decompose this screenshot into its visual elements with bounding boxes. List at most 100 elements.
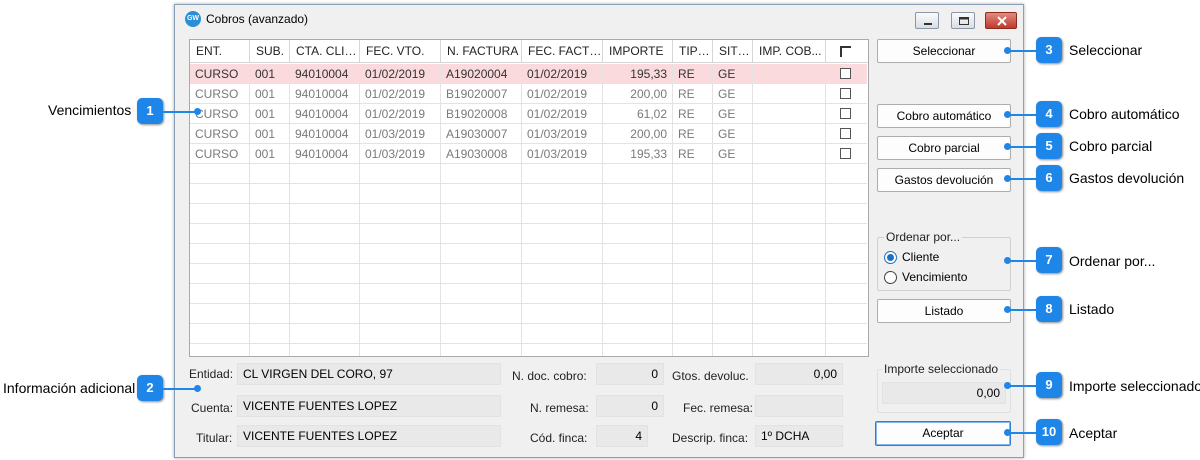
table-cell: 195,33 — [603, 144, 673, 164]
cuenta-field: VICENTE FUENTES LOPEZ — [237, 395, 501, 417]
table-cell — [753, 284, 826, 304]
table-cell — [250, 284, 290, 304]
table-row[interactable]: CURSO 001 94010004 01/03/2019 A19030007 01/03… — [190, 124, 867, 144]
cobro-parcial-button[interactable]: Cobro parcial — [877, 136, 1011, 160]
row-checkbox[interactable] — [840, 68, 851, 79]
table-cell — [603, 204, 673, 224]
title-bar[interactable]: GW Cobros (avanzado) — [175, 5, 1023, 33]
table-row-empty — [190, 204, 867, 224]
table-cell — [360, 324, 441, 344]
titular-field: VICENTE FUENTES LOPEZ — [237, 425, 501, 447]
table-cell — [753, 224, 826, 244]
col-situ[interactable]: SITU... — [713, 40, 753, 63]
table-cell — [753, 104, 826, 124]
table-cell: B19020007 — [441, 84, 522, 104]
callout-9-connector — [1008, 385, 1038, 387]
row-checkbox[interactable] — [840, 88, 851, 99]
table-cell — [673, 204, 713, 224]
callout-4-text: Cobro automático — [1069, 106, 1180, 122]
callout-4-badge: 4 — [1036, 101, 1062, 127]
table-cell — [603, 224, 673, 244]
table-cell — [603, 264, 673, 284]
ndoc-cobro-label: N. doc. cobro: — [512, 369, 587, 383]
table-cell — [713, 184, 753, 204]
col-tipo[interactable]: TIPO... — [673, 40, 713, 63]
maximize-button[interactable] — [951, 12, 975, 29]
row-checkbox-cell — [826, 64, 867, 84]
table-cell — [673, 284, 713, 304]
cobro-automatico-button[interactable]: Cobro automático — [877, 104, 1011, 128]
table-cell — [713, 204, 753, 224]
table-cell — [603, 244, 673, 264]
grid-header: ENT. SUB. CTA. CLIE... FEC. VTO. N. FACT… — [190, 40, 868, 63]
table-cell — [753, 64, 826, 84]
table-cell — [522, 344, 603, 356]
cobros-window: GW Cobros (avanzado) ENT. SUB. CTA. CLIE… — [174, 4, 1024, 458]
table-row[interactable]: CURSO 001 94010004 01/02/2019 B19020007 01/02… — [190, 84, 867, 104]
callout-3-text: Seleccionar — [1069, 42, 1143, 58]
importe-seleccionado-group: Importe seleccionado 0,00 — [877, 362, 1011, 413]
close-button[interactable] — [985, 12, 1017, 29]
callout-1-dot — [194, 108, 201, 115]
col-fec-factura[interactable]: FEC. FACTU... — [522, 40, 603, 63]
row-checkbox[interactable] — [840, 108, 851, 119]
col-imp-cobrado[interactable]: IMP. COB... — [753, 40, 826, 63]
table-cell: GE — [713, 144, 753, 164]
table-cell — [190, 344, 250, 356]
table-cell — [673, 324, 713, 344]
table-row[interactable]: CURSO 001 94010004 01/03/2019 A19030008 01/03… — [190, 144, 867, 164]
table-cell — [360, 244, 441, 264]
table-cell — [673, 244, 713, 264]
seleccionar-button[interactable]: Seleccionar — [877, 39, 1011, 63]
table-cell — [522, 184, 603, 204]
table-cell: 94010004 — [290, 104, 360, 124]
col-n-factura[interactable]: N. FACTURA — [441, 40, 522, 63]
radio-cliente-label[interactable]: Cliente — [902, 250, 939, 264]
table-cell: A19020004 — [441, 64, 522, 84]
table-cell — [441, 304, 522, 324]
table-cell — [360, 164, 441, 184]
titular-label: Titular: — [196, 431, 233, 445]
callout-6-badge: 6 — [1036, 165, 1062, 191]
row-checkbox[interactable] — [840, 128, 851, 139]
col-cta-cliente[interactable]: CTA. CLIE... — [290, 40, 360, 63]
table-cell — [753, 144, 826, 164]
listado-button[interactable]: Listado — [877, 299, 1011, 323]
table-cell — [753, 184, 826, 204]
table-row[interactable]: CURSO 001 94010004 01/02/2019 A19020004 01/02… — [190, 64, 867, 84]
table-cell: 200,00 — [603, 124, 673, 144]
select-all-checkbox-icon[interactable] — [840, 46, 851, 57]
table-cell — [190, 164, 250, 184]
table-cell — [190, 204, 250, 224]
table-row-empty — [190, 244, 867, 264]
row-checkbox[interactable] — [840, 148, 851, 159]
table-cell — [441, 284, 522, 304]
table-cell — [441, 344, 522, 356]
entidad-label: Entidad: — [189, 367, 234, 381]
vencimientos-grid[interactable]: ENT. SUB. CTA. CLIE... FEC. VTO. N. FACT… — [189, 39, 869, 357]
radio-cliente[interactable] — [884, 251, 897, 264]
table-row[interactable]: CURSO 001 94010004 01/02/2019 B19020008 01/02… — [190, 104, 867, 124]
table-cell: 01/02/2019 — [522, 84, 603, 104]
col-importe[interactable]: IMPORTE — [603, 40, 673, 63]
aceptar-button[interactable]: Aceptar — [875, 421, 1011, 446]
col-ent[interactable]: ENT. — [190, 40, 250, 63]
radio-vencimiento[interactable] — [884, 271, 897, 284]
table-cell: A19030008 — [441, 144, 522, 164]
table-cell — [250, 324, 290, 344]
table-cell — [290, 244, 360, 264]
minimize-button[interactable] — [915, 12, 939, 29]
table-cell — [290, 344, 360, 356]
row-checkbox-cell — [826, 344, 867, 356]
radio-vencimiento-label[interactable]: Vencimiento — [902, 270, 967, 284]
table-cell — [753, 244, 826, 264]
row-checkbox-cell — [826, 244, 867, 264]
table-cell — [673, 344, 713, 356]
table-row-empty — [190, 164, 867, 184]
col-fec-vto[interactable]: FEC. VTO. — [360, 40, 441, 63]
table-cell — [250, 244, 290, 264]
col-sub[interactable]: SUB. — [250, 40, 290, 63]
callout-3-connector — [1008, 50, 1038, 52]
gastos-devolucion-button[interactable]: Gastos devolución — [877, 168, 1011, 192]
callout-9-badge: 9 — [1036, 372, 1062, 398]
